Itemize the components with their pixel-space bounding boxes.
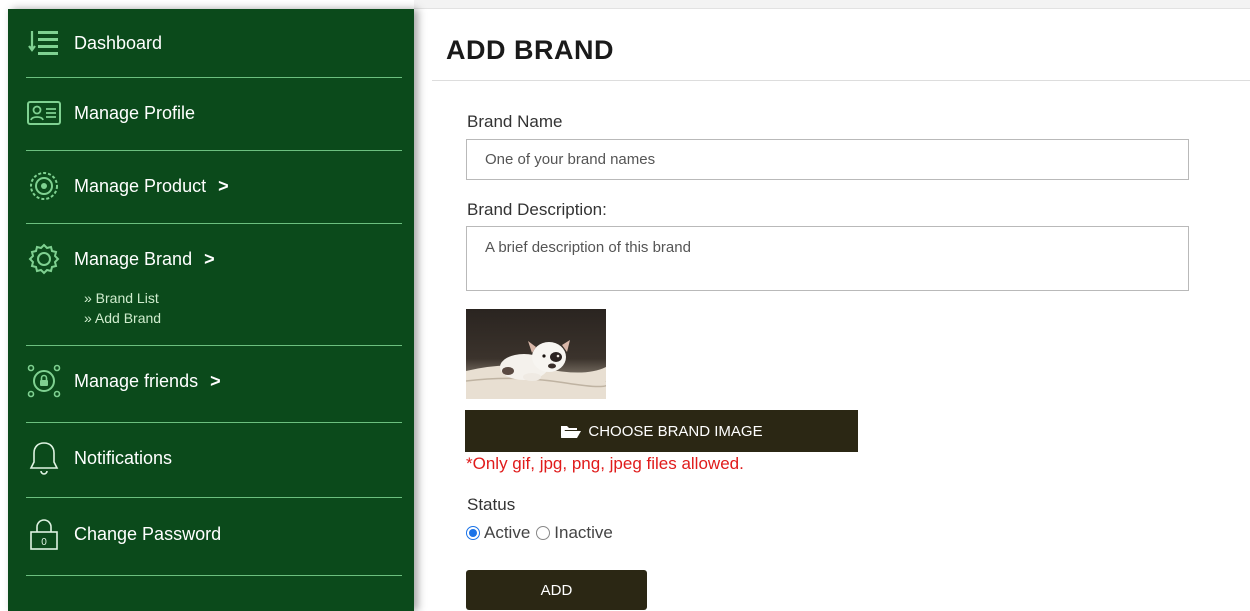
bell-icon (26, 440, 62, 476)
sidebar-item-notifications[interactable]: Notifications (26, 440, 402, 476)
sidebar-item-label: Manage Profile (74, 102, 196, 123)
status-label: Status (467, 495, 516, 514)
brand-image-preview (466, 309, 606, 399)
status-inactive-label[interactable]: Inactive (554, 523, 613, 543)
sidebar-item-change-password[interactable]: 0 Change Password (26, 516, 402, 552)
divider (26, 497, 402, 498)
chevron-right-icon: > (218, 175, 229, 196)
choose-brand-image-label: CHOOSE BRAND IMAGE (588, 422, 763, 440)
app-root: Dashboard Manage Profile Manage Product … (0, 0, 1250, 611)
status-inactive-radio[interactable] (536, 526, 551, 540)
divider (26, 223, 402, 224)
lock-network-icon (26, 363, 62, 399)
divider (26, 422, 402, 423)
choose-brand-image-button[interactable]: CHOOSE BRAND IMAGE (465, 410, 858, 452)
brand-name-input[interactable] (466, 139, 1189, 180)
sidebar-item-manage-product[interactable]: Manage Product > (26, 168, 402, 204)
sidebar-item-label: Dashboard (74, 32, 163, 53)
title-divider (432, 80, 1250, 81)
padlock-icon: 0 (26, 516, 62, 552)
status-active-label[interactable]: Active (484, 523, 530, 543)
status-active-radio[interactable] (466, 526, 480, 540)
sidebar-item-manage-friends[interactable]: Manage friends > (26, 363, 402, 399)
sidebar: Dashboard Manage Profile Manage Product … (8, 9, 414, 611)
subitem-brand-list[interactable]: » Brand List (84, 290, 159, 306)
status-radio-group: Active Inactive (466, 523, 619, 543)
page-title: ADD BRAND (446, 35, 614, 65)
subitem-add-brand[interactable]: » Add Brand (84, 310, 161, 326)
id-card-icon (26, 95, 62, 131)
brand-description-label: Brand Description: (467, 200, 607, 219)
svg-text:0: 0 (41, 537, 47, 548)
list-icon (26, 25, 62, 61)
top-strip (414, 0, 1250, 9)
brand-name-label: Brand Name (467, 112, 563, 131)
chevron-right-icon: > (204, 248, 215, 269)
target-icon (26, 168, 62, 204)
folder-open-icon (560, 423, 582, 439)
divider (26, 150, 402, 151)
divider (26, 345, 402, 346)
sidebar-item-label: Manage friends (74, 370, 199, 391)
sidebar-item-manage-brand[interactable]: Manage Brand > (26, 241, 402, 277)
chevron-right-icon: > (210, 370, 221, 391)
sidebar-item-label: Change Password (74, 523, 222, 544)
divider (26, 77, 402, 78)
sidebar-item-label: Manage Brand (74, 248, 193, 269)
sidebar-item-label: Manage Product (74, 175, 207, 196)
brand-description-textarea[interactable] (466, 226, 1189, 291)
file-type-hint: *Only gif, jpg, png, jpeg files allowed. (466, 454, 744, 473)
sidebar-item-manage-profile[interactable]: Manage Profile (26, 95, 402, 131)
add-button[interactable]: ADD (466, 570, 647, 610)
gear-icon (26, 241, 62, 277)
sidebar-item-label: Notifications (74, 447, 173, 468)
divider (26, 575, 402, 576)
sidebar-item-dashboard[interactable]: Dashboard (26, 25, 402, 61)
